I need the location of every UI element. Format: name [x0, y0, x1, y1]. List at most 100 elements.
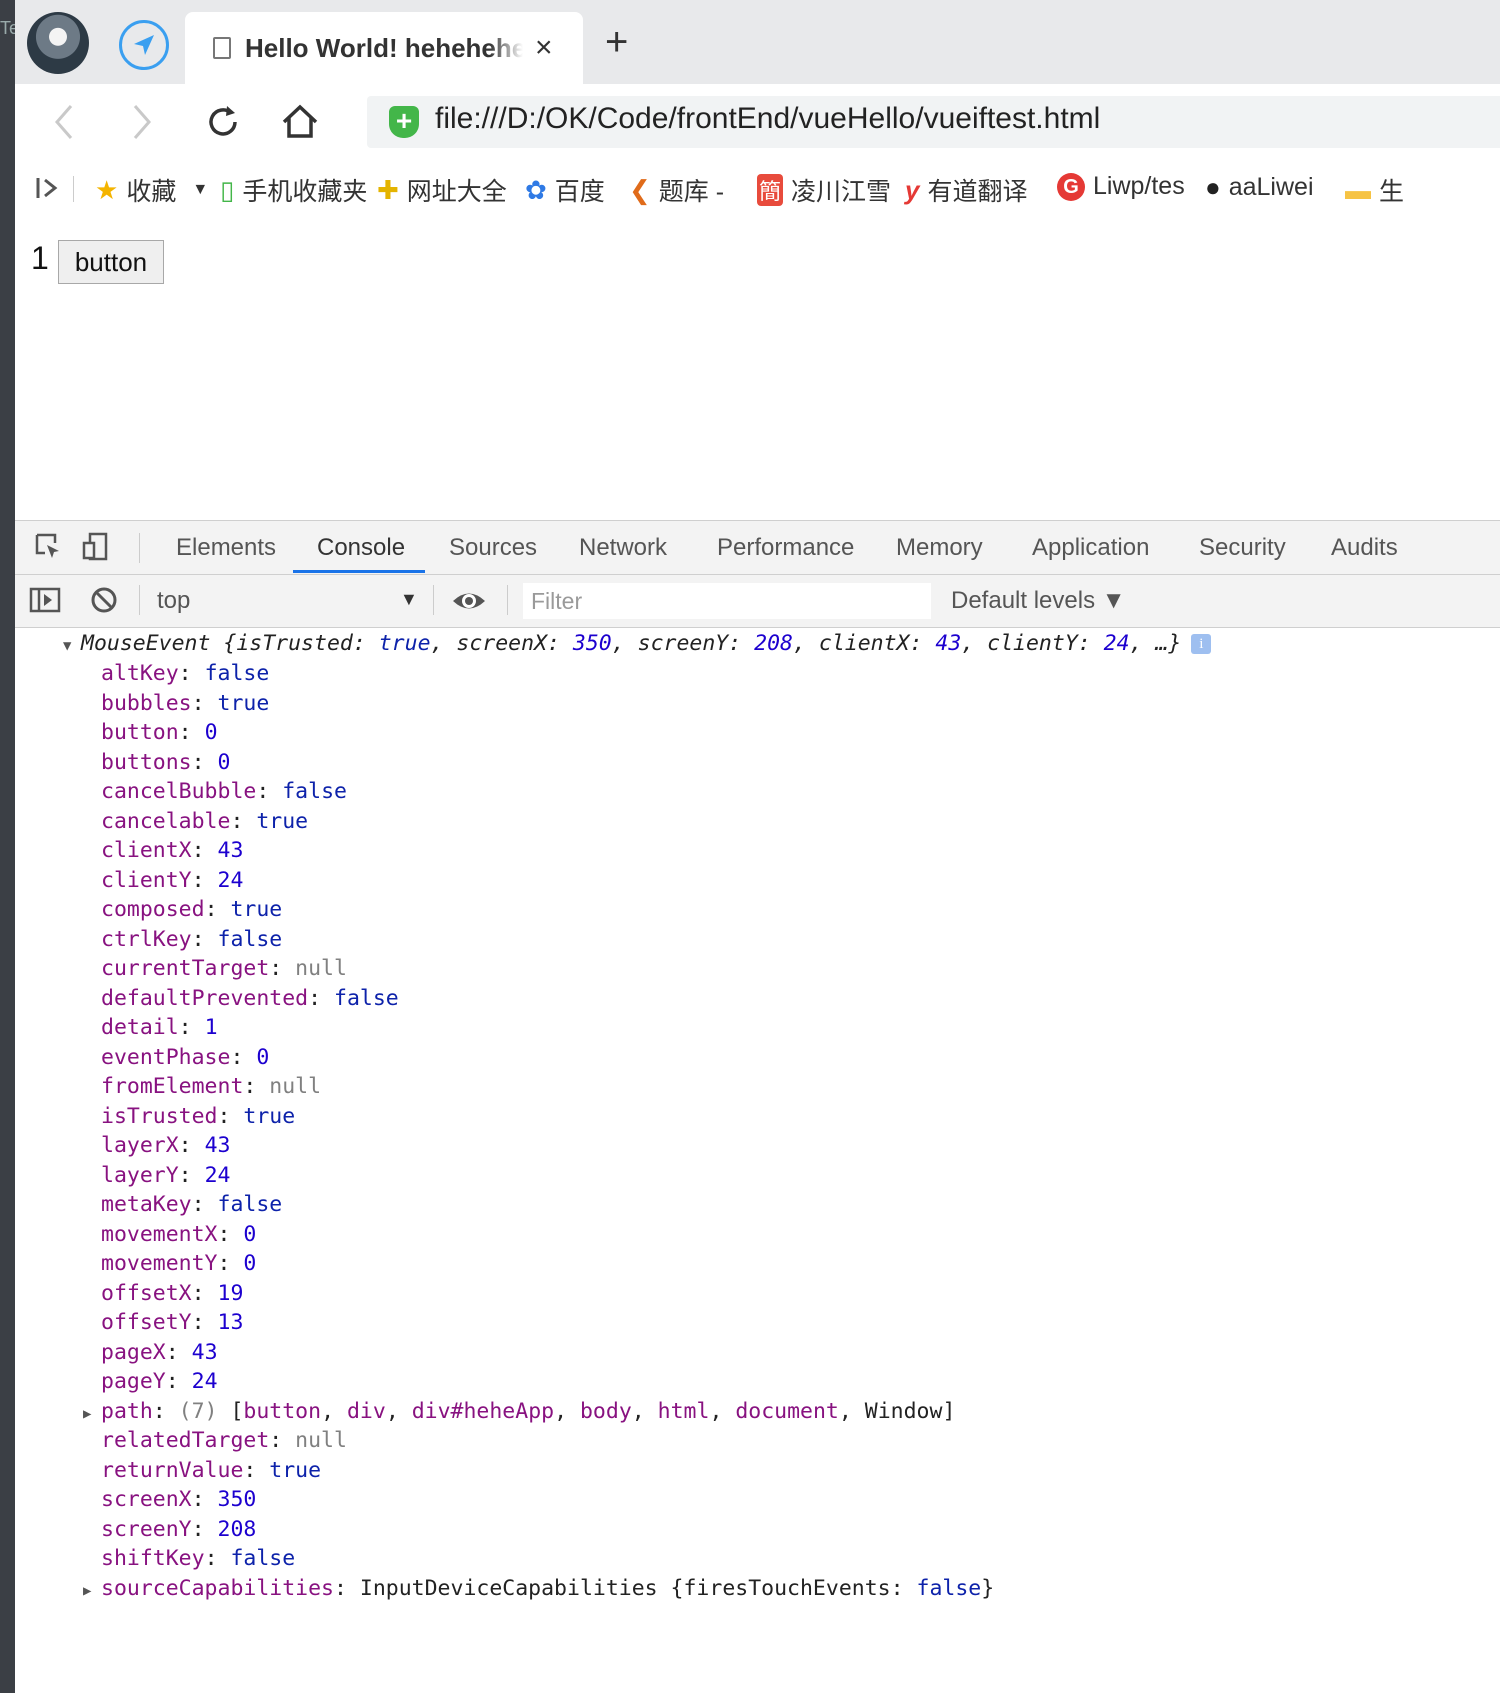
tab-strip: Hello World! heheheheheheh × + [15, 0, 1500, 84]
summary-value: true [378, 631, 431, 656]
folder-icon: ▬ [1345, 174, 1371, 205]
console-property-line: ctrlKey: false [101, 925, 282, 955]
context-selector[interactable]: top [157, 587, 190, 615]
back-button[interactable] [49, 102, 79, 149]
tab-active[interactable]: Hello World! heheheheheheh × [185, 12, 583, 84]
bookmark-label: aaLiwei [1228, 173, 1314, 201]
info-icon[interactable]: i [1191, 634, 1212, 654]
clear-console-icon[interactable] [89, 585, 121, 617]
log-levels-dropdown[interactable]: Default levels ▼ [951, 587, 1126, 615]
filter-input[interactable] [523, 583, 931, 619]
tab-network[interactable]: Network [579, 534, 667, 562]
bookmark-sites[interactable]: ✚ 网址大全 [377, 172, 507, 208]
colon: : [217, 1103, 244, 1129]
property-key: altKey [101, 661, 179, 686]
console-property-line: movementX: 0 [101, 1220, 256, 1250]
bookmark-aaliwei[interactable]: ● aaLiwei [1205, 172, 1314, 203]
tab-console[interactable]: Console [317, 534, 405, 562]
new-tab-button[interactable]: + [605, 22, 628, 62]
property-value: 208 [217, 1516, 257, 1542]
console-source-capabilities-line[interactable]: ▶ sourceCapabilities: InputDeviceCapabili… [83, 1574, 994, 1604]
plus-circle-icon: ✚ [377, 174, 399, 205]
tab-audits[interactable]: Audits [1331, 534, 1398, 562]
property-value: false [282, 779, 347, 804]
colon: : [269, 1428, 296, 1453]
tab-security[interactable]: Security [1199, 534, 1286, 562]
colon: : [191, 867, 218, 893]
property-key: buttons [101, 749, 192, 775]
property-value: InputDeviceCapabilities {firesTouchEvent… [359, 1575, 917, 1601]
colon: : [191, 1192, 218, 1217]
bookmark-jianshu[interactable]: 簡 凌川江雪 [757, 172, 891, 208]
property-value: false [204, 661, 270, 686]
colon: : [191, 838, 218, 863]
expand-triangle-icon[interactable]: ▶ [83, 1399, 101, 1429]
property-key: shiftKey [101, 1546, 205, 1571]
forward-button[interactable] [127, 102, 157, 149]
secure-shield-icon: + [389, 106, 419, 138]
property-value: 0 [243, 1221, 257, 1247]
property-key: screenY [101, 1516, 192, 1542]
profile-avatar[interactable] [27, 12, 89, 74]
chevron-down-icon[interactable]: ▼ [192, 181, 208, 199]
context-dropdown-icon[interactable]: ▼ [400, 589, 418, 610]
address-bar[interactable]: + file:///D:/OK/Code/frontEnd/vueHello/v… [367, 96, 1500, 148]
colon: : [204, 1546, 231, 1571]
console-sidebar-icon[interactable] [29, 585, 61, 617]
property-value: false [334, 985, 399, 1011]
bookmark-mobile[interactable]: ▯ 手机收藏夹 [220, 172, 367, 208]
property-key: fromElement [101, 1074, 244, 1099]
property-value: 24 [217, 867, 244, 893]
url-text[interactable]: file:///D:/OK/Code/frontEnd/vueHello/vue… [435, 102, 1100, 136]
property-key: metaKey [101, 1192, 192, 1217]
property-value: 43 [217, 838, 244, 863]
counter-value: 1 [31, 240, 49, 276]
console-property-line: layerY: 24 [101, 1161, 230, 1191]
bookmark-tiku[interactable]: ❮ 题库 - [629, 172, 724, 208]
console-property-line: isTrusted: true [101, 1102, 295, 1132]
console-path-line[interactable]: ▶ path: (7) [button, div, div#heheApp, bo… [83, 1397, 955, 1427]
colon: : [191, 1310, 218, 1335]
property-value: 24 [191, 1369, 218, 1394]
inspect-element-icon[interactable] [33, 531, 65, 563]
page-button[interactable]: button [58, 240, 164, 284]
expand-triangle-icon[interactable]: ▶ [83, 1576, 101, 1606]
live-expression-eye-icon[interactable] [451, 586, 485, 618]
reload-button[interactable] [203, 102, 243, 149]
console-property-line: pageX: 43 [101, 1338, 218, 1368]
property-key: defaultPrevented [101, 985, 309, 1011]
bookmark-favorites[interactable]: ★ 收藏 ▼ [95, 172, 208, 208]
path-item: body [579, 1398, 632, 1424]
summary-value: 24 [1103, 631, 1130, 656]
bookmark-liwp[interactable]: G Liwp/tes [1057, 172, 1185, 201]
console-property-line: screenX: 350 [101, 1485, 256, 1515]
tab-application[interactable]: Application [1032, 534, 1149, 562]
bookmark-youdao[interactable]: y 有道翻译 [905, 172, 1027, 208]
summary-text: , screenX: [430, 631, 573, 656]
jianshu-icon: 簡 [757, 174, 784, 206]
bookmark-label: 凌川江雪 [791, 178, 892, 206]
filter-field[interactable] [523, 583, 931, 619]
close-tab-icon[interactable]: × [535, 33, 553, 63]
console-log-summary[interactable]: ▼ MouseEvent {isTrusted: true, screenX: 3… [63, 629, 1212, 661]
tab-elements[interactable]: Elements [176, 534, 276, 562]
device-toolbar-icon[interactable] [81, 531, 113, 563]
tab-sources[interactable]: Sources [449, 534, 537, 562]
property-value: true [230, 897, 283, 922]
send-extension-icon[interactable] [119, 20, 169, 70]
property-value: true [217, 690, 270, 716]
home-button[interactable] [280, 102, 320, 149]
tab-memory[interactable]: Memory [896, 534, 983, 562]
console-property-line: button: 0 [101, 718, 218, 748]
property-value: null [295, 1428, 347, 1453]
expand-triangle-icon[interactable]: ▼ [63, 631, 81, 661]
sidebar-toggle-icon[interactable] [35, 174, 59, 202]
property-value: null [295, 956, 347, 981]
tab-performance[interactable]: Performance [717, 534, 854, 562]
property-key: path [101, 1398, 153, 1424]
bookmarks-divider [73, 176, 74, 202]
console-property-line: cancelable: true [101, 807, 308, 837]
bookmark-folder[interactable]: ▬ 生 [1345, 172, 1404, 208]
page-icon [213, 37, 231, 59]
bookmark-baidu[interactable]: ✿ 百度 [525, 172, 605, 208]
